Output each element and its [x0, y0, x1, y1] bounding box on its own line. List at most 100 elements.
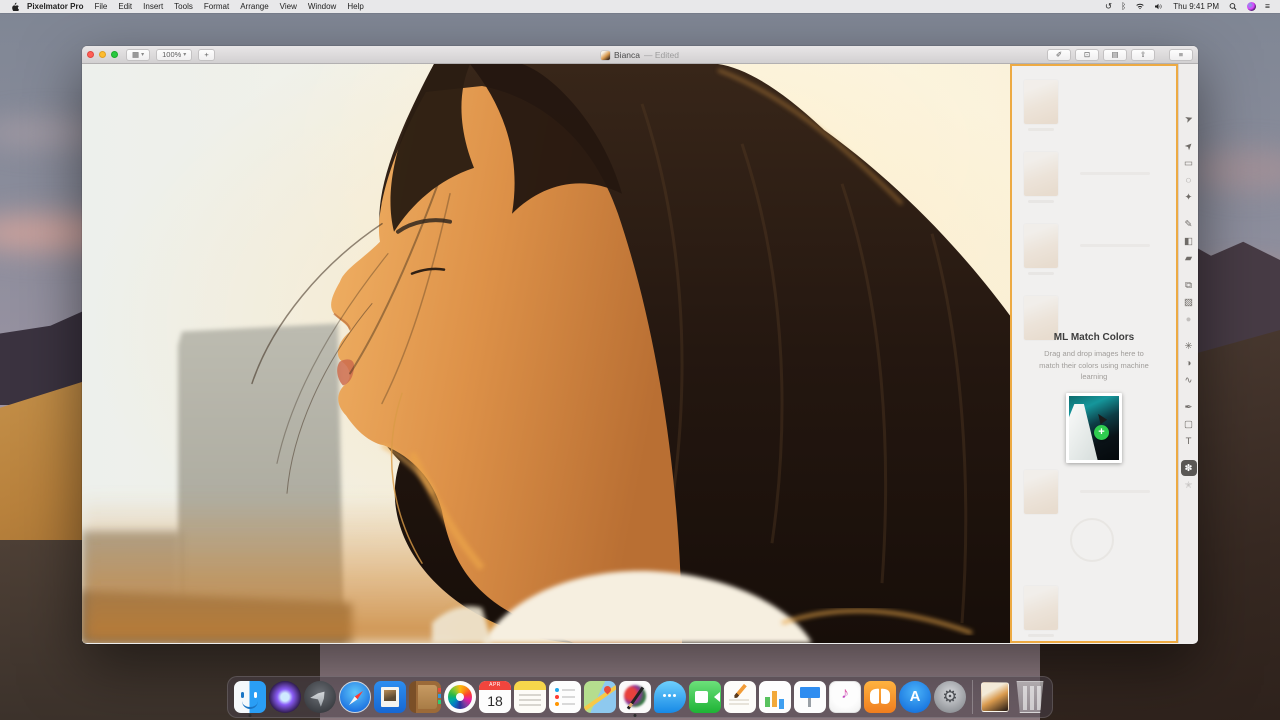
- compass-needle-icon: [348, 690, 365, 707]
- running-indicator: [249, 714, 252, 717]
- effects-tool[interactable]: ✭: [1181, 477, 1197, 493]
- dock-trash[interactable]: [1014, 681, 1046, 713]
- dock-itunes[interactable]: ♪: [829, 681, 861, 713]
- dock-app-store[interactable]: A: [899, 681, 931, 713]
- pen-tool[interactable]: ✒: [1181, 399, 1197, 415]
- dock-keynote[interactable]: [794, 681, 826, 713]
- dock-photos[interactable]: [444, 681, 476, 713]
- bluetooth-icon[interactable]: ᛒ: [1121, 0, 1126, 13]
- dock-maps[interactable]: [584, 681, 616, 713]
- quick-select-tool[interactable]: ✦: [1181, 189, 1197, 205]
- dock-pages[interactable]: [724, 681, 756, 713]
- adjust-tool[interactable]: ◑: [1181, 355, 1197, 371]
- notification-center-icon[interactable]: ≡: [1265, 0, 1270, 13]
- menu-format[interactable]: Format: [204, 2, 229, 11]
- dock-mail[interactable]: [374, 681, 406, 713]
- volume-icon[interactable]: [1154, 2, 1164, 11]
- document-title: Bianca: [614, 50, 640, 60]
- apple-menu[interactable]: [10, 2, 21, 11]
- menu-view[interactable]: View: [280, 2, 297, 11]
- share-icon: ⇧: [1140, 50, 1146, 59]
- view-menu-button[interactable]: ▦ ▾: [126, 49, 150, 61]
- zoom-window-button[interactable]: [111, 51, 118, 58]
- dock-messages[interactable]: [654, 681, 686, 713]
- warp-tool[interactable]: ∿: [1181, 372, 1197, 388]
- dock-system-preferences[interactable]: ⚙: [934, 681, 966, 713]
- view-options-button[interactable]: ≡: [1169, 49, 1193, 61]
- edit-brush-icon: ✐: [1056, 50, 1062, 59]
- ml-match-colors-panel[interactable]: ML Match Colors Drag and drop images her…: [1010, 64, 1178, 643]
- drop-add-badge: +: [1094, 425, 1109, 440]
- menu-insert[interactable]: Insert: [143, 2, 163, 11]
- music-note-icon: ♪: [830, 685, 860, 703]
- dock-contacts[interactable]: [409, 681, 441, 713]
- dock-finder[interactable]: [234, 681, 266, 713]
- chevron-down-icon: ▾: [183, 51, 186, 58]
- dock-safari[interactable]: [339, 681, 371, 713]
- gradient-tool[interactable]: ▨: [1181, 294, 1197, 310]
- menu-arrange[interactable]: Arrange: [240, 2, 268, 11]
- dock-books[interactable]: [864, 681, 896, 713]
- window-title: Bianca — Edited: [82, 46, 1198, 64]
- calendar-month: APR: [479, 681, 511, 690]
- spotlight-icon[interactable]: [1228, 2, 1238, 11]
- move-tool[interactable]: ➤: [1177, 135, 1198, 158]
- dock-launchpad[interactable]: [304, 681, 336, 713]
- arrange-tool[interactable]: ➤: [1178, 109, 1198, 130]
- rocket-icon: [310, 687, 330, 707]
- gear-icon: ⚙: [934, 681, 966, 713]
- dock-pixelmator-pro[interactable]: [619, 681, 651, 713]
- minimize-button[interactable]: [99, 51, 106, 58]
- sharpen-tool[interactable]: ✳: [1181, 338, 1197, 354]
- clone-tool[interactable]: ⧉: [1181, 277, 1197, 293]
- eraser-tool[interactable]: ▰: [1181, 250, 1197, 266]
- title-bar[interactable]: ▦ ▾ 100% ▾ + Bianca — Edited ✐ ⊡ ▤ ⇧ ≡: [82, 46, 1198, 64]
- appstore-letter: A: [899, 681, 931, 713]
- dragged-image-thumbnail[interactable]: +: [1066, 393, 1122, 463]
- color-adjustments-tool[interactable]: ✽: [1181, 460, 1197, 476]
- close-button[interactable]: [87, 51, 94, 58]
- ml-drop-zone[interactable]: ML Match Colors Drag and drop images her…: [1012, 332, 1176, 463]
- grid-view-icon: ▦: [132, 50, 139, 59]
- canvas-icon: ▤: [1111, 50, 1118, 59]
- dock-reminders[interactable]: [549, 681, 581, 713]
- siri-icon[interactable]: [1247, 2, 1256, 11]
- dock-siri[interactable]: [269, 681, 301, 713]
- dock-numbers[interactable]: [759, 681, 791, 713]
- cloud: [1190, 150, 1280, 190]
- time-machine-icon[interactable]: ↺: [1105, 0, 1112, 13]
- edit-brush-button[interactable]: ✐: [1047, 49, 1071, 61]
- menu-help[interactable]: Help: [347, 2, 363, 11]
- crop-icon: ⊡: [1084, 50, 1090, 59]
- lasso-tool[interactable]: ◌: [1181, 172, 1197, 188]
- pencil-tool[interactable]: ✎: [1181, 216, 1197, 232]
- zoom-level-value: 100%: [162, 50, 181, 59]
- type-tool[interactable]: T: [1181, 433, 1197, 449]
- dock-document-file[interactable]: [979, 681, 1011, 713]
- edited-label: — Edited: [644, 50, 679, 60]
- zoom-level-button[interactable]: 100% ▾: [156, 49, 192, 61]
- canvas-button[interactable]: ▤: [1103, 49, 1127, 61]
- menu-edit[interactable]: Edit: [118, 2, 132, 11]
- dock-notes[interactable]: [514, 681, 546, 713]
- stamp-icon: [381, 687, 399, 707]
- wifi-icon[interactable]: [1135, 2, 1145, 11]
- photo-canvas[interactable]: [82, 64, 1010, 643]
- dock-divider: [972, 680, 973, 714]
- menu-clock[interactable]: Thu 9:41 PM: [1173, 2, 1219, 11]
- crop-button[interactable]: ⊡: [1075, 49, 1099, 61]
- ghost-circle: [1070, 518, 1114, 562]
- apple-icon: [10, 2, 19, 11]
- pixelmator-window: ▦ ▾ 100% ▾ + Bianca — Edited ✐ ⊡ ▤ ⇧ ≡: [82, 46, 1198, 644]
- menu-app-name[interactable]: Pixelmator Pro: [27, 2, 83, 11]
- retouch-tool[interactable]: ●: [1181, 311, 1197, 327]
- menu-tools[interactable]: Tools: [174, 2, 193, 11]
- share-button[interactable]: ⇧: [1131, 49, 1155, 61]
- shape-tool[interactable]: ▢: [1181, 416, 1197, 432]
- add-button[interactable]: +: [198, 49, 214, 61]
- dock-facetime[interactable]: [689, 681, 721, 713]
- dock-calendar[interactable]: APR 18: [479, 681, 511, 713]
- menu-file[interactable]: File: [94, 2, 107, 11]
- fill-tool[interactable]: ◧: [1181, 233, 1197, 249]
- menu-window[interactable]: Window: [308, 2, 336, 11]
